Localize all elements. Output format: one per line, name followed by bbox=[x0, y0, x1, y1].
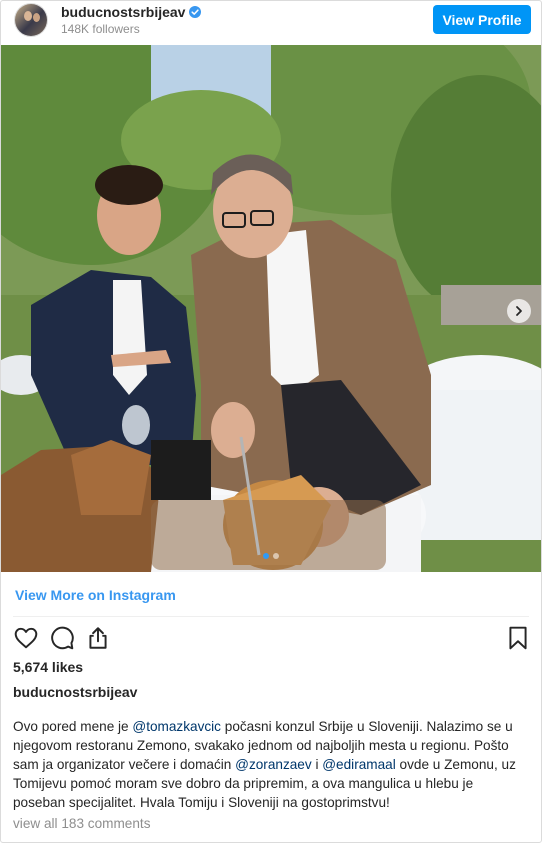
carousel-dot-active bbox=[263, 553, 269, 559]
username[interactable]: buducnostsrbijeav bbox=[61, 4, 185, 20]
caption-mention-link[interactable]: @ediramaal bbox=[322, 757, 396, 772]
username-row: buducnostsrbijeav bbox=[61, 4, 202, 20]
heart-icon[interactable] bbox=[13, 625, 39, 651]
chevron-right-icon bbox=[516, 306, 522, 316]
verified-badge-icon bbox=[189, 6, 202, 18]
view-all-comments-link[interactable]: view all 183 comments bbox=[13, 816, 151, 831]
post-caption: Ovo pored mene je @tomazkavcic počasni k… bbox=[13, 717, 525, 812]
post-photo-image bbox=[1, 45, 541, 572]
view-more-link[interactable]: View More on Instagram bbox=[15, 587, 176, 603]
caption-text: i bbox=[311, 757, 323, 772]
action-bar bbox=[13, 625, 529, 653]
share-icon[interactable] bbox=[85, 625, 111, 651]
carousel-next-button[interactable] bbox=[507, 299, 531, 323]
divider bbox=[13, 616, 529, 617]
post-photo[interactable] bbox=[1, 45, 541, 572]
caption-text: Ovo pored mene je bbox=[13, 719, 133, 734]
post-owner-username[interactable]: buducnostsrbijeav bbox=[13, 684, 137, 700]
avatar[interactable] bbox=[15, 4, 47, 36]
caption-mention-link[interactable]: @zoranzaev bbox=[235, 757, 312, 772]
follower-count: 148K followers bbox=[61, 22, 140, 36]
instagram-embed-card: buducnostsrbijeav 148K followers View Pr… bbox=[0, 0, 542, 843]
view-profile-button[interactable]: View Profile bbox=[433, 5, 531, 34]
carousel-indicator bbox=[263, 553, 279, 559]
comment-bubble-icon[interactable] bbox=[49, 625, 75, 651]
post-header: buducnostsrbijeav 148K followers View Pr… bbox=[1, 1, 541, 45]
carousel-dot bbox=[273, 553, 279, 559]
bookmark-icon[interactable] bbox=[505, 625, 531, 651]
caption-mention-link[interactable]: @tomazkavcic bbox=[132, 719, 221, 734]
like-count[interactable]: 5,674 likes bbox=[13, 659, 83, 675]
